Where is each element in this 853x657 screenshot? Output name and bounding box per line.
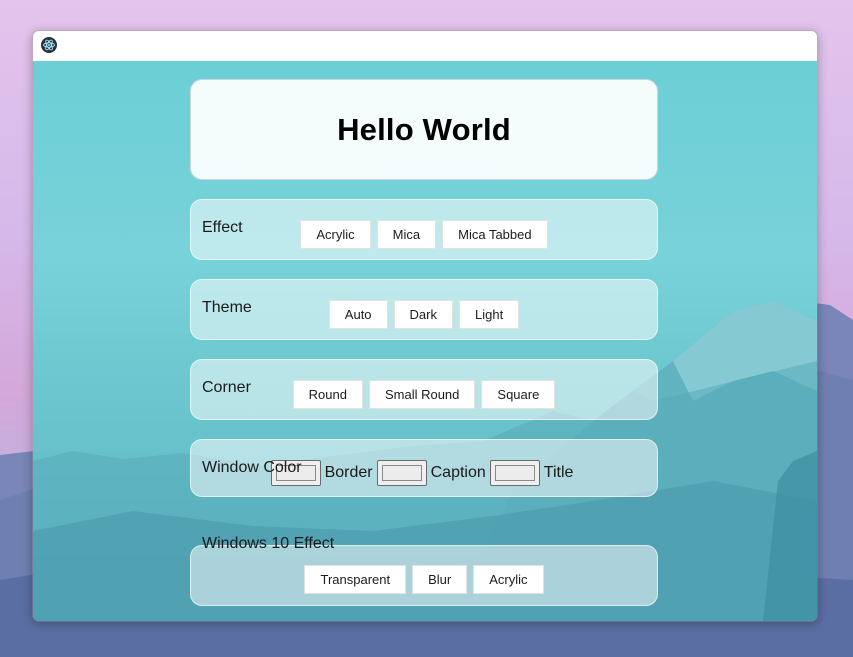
title-color-picker[interactable] [489, 460, 540, 486]
theme-legend: Theme [202, 299, 252, 316]
effect-acrylic-button[interactable]: Acrylic [300, 220, 371, 249]
theme-group: Auto Dark Light [190, 279, 658, 340]
border-color-label: Border [324, 464, 373, 481]
hero-card: Hello World [190, 79, 658, 180]
effect-mica-tabbed-button[interactable]: Mica Tabbed [442, 220, 548, 249]
theme-dark-button[interactable]: Dark [393, 300, 453, 329]
theme-auto-button[interactable]: Auto [328, 300, 388, 329]
title-bar[interactable] [33, 31, 817, 61]
window-content: Hello World Acrylic Mica Mica Tabbed Eff… [33, 61, 817, 621]
corner-legend: Corner [202, 379, 251, 396]
title-color-label: Title [543, 464, 574, 481]
effect-legend: Effect [202, 219, 243, 236]
caption-color-picker[interactable] [376, 460, 427, 486]
corner-small-round-button[interactable]: Small Round [368, 380, 476, 409]
corner-group: Round Small Round Square [190, 359, 658, 420]
electron-atom-icon [41, 37, 57, 53]
hero-title: Hello World [337, 112, 511, 147]
effect-group: Acrylic Mica Mica Tabbed [190, 199, 658, 260]
app-window: Hello World Acrylic Mica Mica Tabbed Eff… [32, 30, 818, 622]
effect-mica-button[interactable]: Mica [376, 220, 437, 249]
win10-transparent-button[interactable]: Transparent [304, 565, 407, 594]
window-color-legend: Window Color [202, 459, 302, 476]
corner-round-button[interactable]: Round [292, 380, 363, 409]
win10-effect-legend: Windows 10 Effect [202, 535, 335, 552]
caption-color-label: Caption [430, 464, 486, 481]
win10-effect-group: Transparent Blur Acrylic [190, 545, 658, 606]
corner-square-button[interactable]: Square [481, 380, 556, 409]
win10-blur-button[interactable]: Blur [412, 565, 468, 594]
theme-light-button[interactable]: Light [459, 300, 520, 329]
win10-acrylic-button[interactable]: Acrylic [473, 565, 544, 594]
